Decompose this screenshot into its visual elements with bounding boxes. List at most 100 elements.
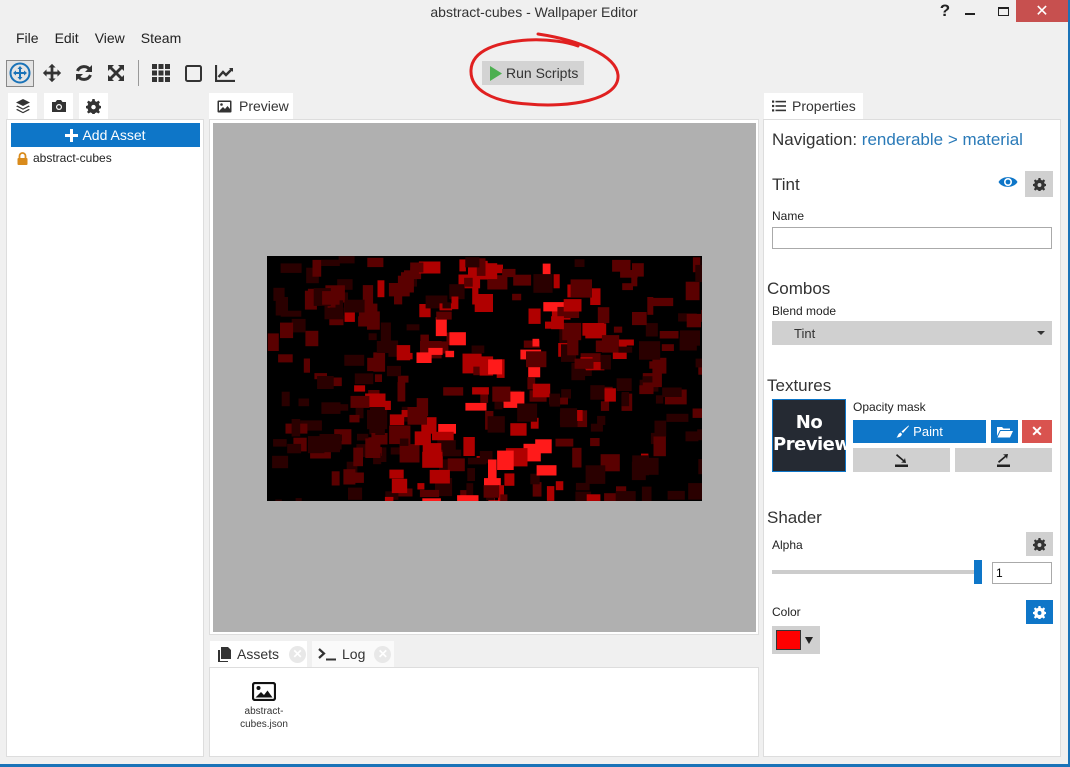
cube-shape: [621, 392, 630, 407]
cube-shape: [474, 294, 493, 312]
cube-shape: [384, 496, 394, 501]
texture-preview-thumbnail[interactable]: No Preview: [772, 399, 851, 472]
preview-panel: [209, 119, 759, 635]
breadcrumb-separator: >: [947, 130, 958, 149]
tab-log[interactable]: Log ✕: [312, 641, 394, 667]
cube-shape: [330, 439, 340, 447]
cube-shape: [483, 485, 500, 498]
breadcrumb-material[interactable]: material: [962, 130, 1022, 149]
asset-file-item[interactable]: abstract- cubes.json: [234, 682, 294, 731]
cube-shape: [348, 487, 363, 500]
cube-shape: [273, 439, 287, 447]
cube-shape: [585, 465, 606, 484]
preview-canvas[interactable]: [213, 123, 756, 632]
folder-open-icon: [996, 426, 1013, 437]
menu-steam[interactable]: Steam: [133, 30, 189, 46]
menu-edit[interactable]: Edit: [47, 30, 87, 46]
cube-shape: [618, 339, 634, 346]
minimize-button[interactable]: [955, 0, 985, 22]
wallpaper-preview-image[interactable]: [267, 256, 702, 501]
alpha-settings-button[interactable]: [1026, 532, 1053, 556]
app-window: abstract-cubes - Wallpaper Editor ? ✕ Fi…: [0, 0, 1070, 767]
alpha-slider-track[interactable]: [772, 570, 978, 574]
close-button[interactable]: ✕: [1016, 0, 1068, 22]
cube-shape: [298, 398, 310, 407]
tab-properties[interactable]: Properties: [764, 93, 863, 119]
performance-button[interactable]: [211, 60, 239, 87]
cube-shape: [344, 299, 365, 313]
cube-shape: [307, 288, 315, 306]
move-tool-button[interactable]: [38, 60, 66, 87]
visibility-toggle[interactable]: [998, 175, 1018, 194]
alpha-slider-thumb[interactable]: [974, 560, 982, 584]
shader-section-title: Shader: [767, 508, 822, 527]
image-icon: [217, 100, 232, 112]
play-icon: [490, 65, 502, 81]
cube-shape: [667, 490, 685, 500]
cube-shape: [272, 455, 289, 469]
maximize-button[interactable]: [988, 0, 1018, 22]
run-scripts-button[interactable]: Run Scripts: [482, 61, 584, 85]
chart-line-icon: [215, 64, 235, 82]
cube-shape: [358, 316, 371, 327]
tab-preview[interactable]: Preview: [209, 93, 293, 119]
color-label: Color: [772, 605, 801, 619]
tab-camera[interactable]: [44, 93, 73, 119]
add-asset-button[interactable]: Add Asset: [11, 123, 200, 147]
cube-shape: [653, 297, 674, 307]
scale-tool-button[interactable]: [102, 60, 130, 87]
close-log-tab-icon[interactable]: ✕: [374, 645, 392, 663]
color-picker-button[interactable]: [772, 626, 820, 654]
cube-shape: [695, 264, 702, 283]
cube-shape: [692, 408, 702, 418]
cube-shape: [391, 478, 408, 494]
cube-shape: [551, 316, 564, 330]
cube-shape: [442, 449, 462, 457]
cube-shape: [467, 457, 487, 465]
cube-shape: [685, 281, 700, 301]
export-texture-button[interactable]: [955, 448, 1052, 472]
cube-shape: [443, 387, 464, 396]
alpha-input[interactable]: [992, 562, 1052, 584]
cube-shape: [532, 338, 540, 347]
cube-shape: [384, 400, 391, 410]
cube-shape: [410, 262, 424, 273]
cube-shape: [688, 483, 702, 500]
cube-shape: [492, 386, 511, 402]
cube-shape: [303, 358, 310, 373]
breadcrumb-renderable[interactable]: renderable: [862, 130, 943, 149]
no-preview-line1: No: [795, 412, 823, 433]
select-move-tool-button[interactable]: [6, 59, 34, 87]
remove-texture-button[interactable]: ✕: [1022, 420, 1052, 443]
bounds-button[interactable]: [179, 60, 207, 87]
cube-shape: [344, 354, 365, 366]
tint-settings-button[interactable]: [1025, 171, 1053, 197]
menu-view[interactable]: View: [87, 30, 133, 46]
tree-item[interactable]: abstract-cubes: [17, 151, 112, 165]
cube-shape: [281, 391, 290, 407]
tab-layers[interactable]: [8, 93, 37, 119]
rotate-tool-button[interactable]: [70, 60, 98, 87]
cube-shape: [457, 495, 479, 501]
import-texture-button[interactable]: [853, 448, 950, 472]
scale-icon: [108, 65, 124, 81]
blend-mode-select[interactable]: Tint: [772, 321, 1052, 345]
cube-shape: [604, 388, 616, 402]
cube-shape: [399, 438, 409, 446]
grid-button[interactable]: [147, 60, 175, 87]
tab-assets[interactable]: Assets ✕: [210, 641, 307, 667]
maximize-icon: [997, 6, 1009, 16]
color-settings-button[interactable]: [1026, 600, 1053, 624]
menu-file[interactable]: File: [8, 30, 47, 46]
open-texture-button[interactable]: [991, 420, 1018, 443]
close-assets-tab-icon[interactable]: ✕: [289, 645, 307, 663]
paint-button[interactable]: Paint: [853, 420, 986, 443]
cube-shape: [645, 323, 658, 337]
name-input[interactable]: [772, 227, 1052, 249]
cube-shape: [389, 469, 404, 479]
cube-shape: [449, 332, 466, 346]
tab-settings[interactable]: [79, 93, 108, 119]
cube-shape: [406, 324, 420, 331]
eye-icon: [998, 177, 1018, 187]
cube-shape: [354, 373, 374, 385]
